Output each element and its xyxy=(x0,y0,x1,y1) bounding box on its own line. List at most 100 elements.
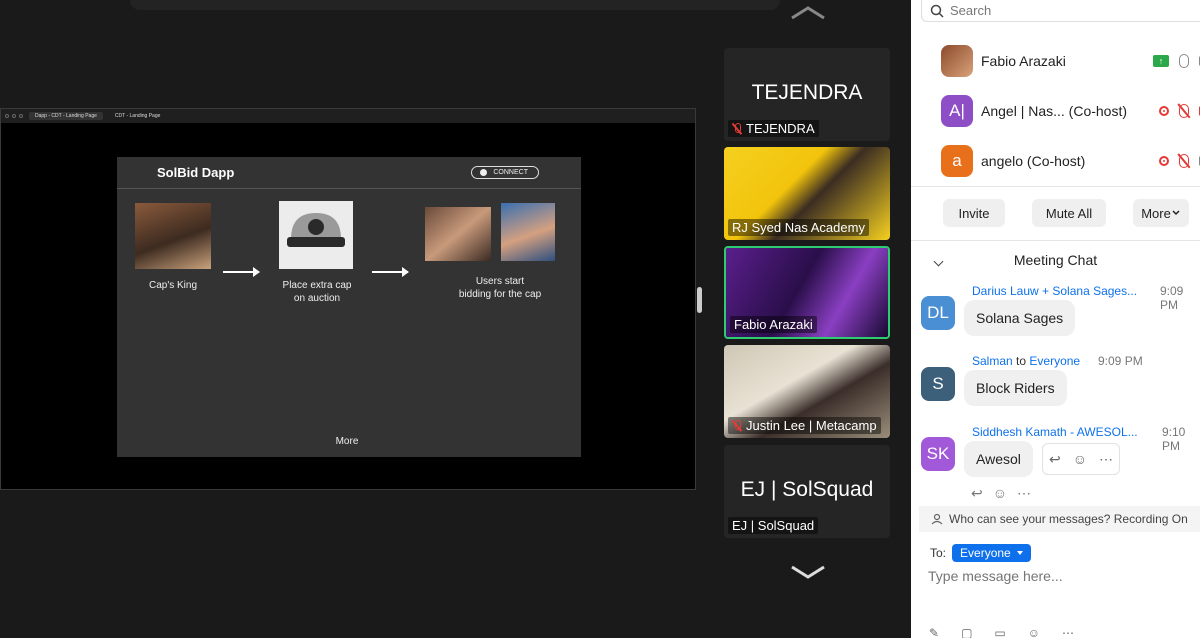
mic-muted-icon xyxy=(732,419,742,432)
dropdown-caret-icon xyxy=(1016,551,1023,555)
message-sender: Salman to Everyone xyxy=(972,354,1081,368)
person-icon xyxy=(931,513,943,525)
caps-king-photo xyxy=(135,203,211,269)
arrow-right-icon xyxy=(372,267,409,277)
emoji-icon[interactable]: ☺ xyxy=(1028,626,1040,638)
step-label: Cap's King xyxy=(148,280,198,291)
video-tile[interactable]: EJ | SolSquad EJ | SolSquad xyxy=(724,445,890,538)
window-controls-icon xyxy=(5,114,23,118)
app-header: SolBid Dapp CONNECT xyxy=(117,157,581,189)
avatar: DL xyxy=(921,296,955,330)
scroll-down-chevron-icon[interactable] xyxy=(788,562,828,582)
reply-icon[interactable]: ↩ xyxy=(1049,451,1061,468)
solbid-app: SolBid Dapp CONNECT Cap's King Place ext… xyxy=(117,157,581,457)
to-label: To: xyxy=(930,546,947,560)
recipient-dropdown[interactable]: Everyone xyxy=(952,544,1031,562)
participant-name: angelo (Co-host) xyxy=(981,153,1086,169)
recording-icon xyxy=(1159,106,1169,116)
message-bubble[interactable]: Awesol xyxy=(964,441,1033,477)
mic-icon[interactable] xyxy=(1179,54,1189,68)
participant-row[interactable]: Fabio Arazaki ↑ xyxy=(941,44,1200,78)
participant-search[interactable]: Search xyxy=(921,0,1200,22)
invite-button[interactable]: Invite xyxy=(943,199,1005,227)
mic-muted-icon xyxy=(732,122,742,135)
chat-toolbar: ✎ ▢ ▭ ☺ ⋯ xyxy=(929,626,1074,638)
browser-tab-bar: Dapp - CDT - Landing Page CDT - Landing … xyxy=(1,109,695,123)
participant-name: Angel | Nas... (Co-host) xyxy=(981,103,1128,119)
connect-button: CONNECT xyxy=(471,166,539,179)
more-button[interactable]: More xyxy=(1133,199,1189,227)
more-options-icon[interactable]: ⋯ xyxy=(1062,626,1074,638)
message-input[interactable] xyxy=(928,568,1188,584)
message-time: 9:10 PM xyxy=(1162,425,1186,453)
shared-screen: Dapp - CDT - Landing Page CDT - Landing … xyxy=(0,108,696,490)
participant-controls xyxy=(1159,104,1200,118)
message-sender: Darius Lauw + Solana Sages... xyxy=(972,284,1138,298)
mute-all-button[interactable]: Mute All xyxy=(1032,199,1106,227)
participant-row[interactable]: A| Angel | Nas... (Co-host) xyxy=(941,94,1200,128)
participant-label: TEJENDRA xyxy=(728,120,819,137)
participant-display-name: EJ | SolSquad xyxy=(740,478,874,501)
recording-icon xyxy=(1159,156,1169,166)
scroll-up-chevron-icon[interactable] xyxy=(788,4,828,22)
add-reaction-icon[interactable]: ☺ xyxy=(1073,451,1087,467)
message-sender: Siddhesh Kamath - AWESOL... xyxy=(972,425,1138,439)
side-panel: Search Fabio Arazaki ↑ A| Angel | Nas...… xyxy=(911,0,1200,638)
search-placeholder: Search xyxy=(950,3,992,18)
divider xyxy=(911,240,1200,241)
message-actions: ↩ ☺ ⋯ xyxy=(971,485,1031,502)
more-options-icon[interactable]: ⋯ xyxy=(1017,485,1031,502)
bidder-photo xyxy=(425,207,491,261)
chat-title: Meeting Chat xyxy=(1013,252,1098,268)
mic-muted-icon[interactable] xyxy=(1179,154,1189,168)
divider xyxy=(911,186,1200,187)
message-bubble[interactable]: Block Riders xyxy=(964,370,1067,406)
avatar: A| xyxy=(941,95,973,127)
cap-image xyxy=(279,201,353,269)
message-bubble[interactable]: Solana Sages xyxy=(964,300,1076,336)
avatar xyxy=(941,45,973,77)
participant-name: Fabio Arazaki xyxy=(981,53,1066,69)
app-title: SolBid Dapp xyxy=(157,165,235,180)
avatar: S xyxy=(921,367,955,401)
chat-visibility-notice[interactable]: Who can see your messages? Recording On xyxy=(919,506,1200,532)
message-actions: ↩ ☺ ⋯ xyxy=(1042,443,1120,475)
screenshot-icon[interactable]: ▢ xyxy=(961,626,972,638)
zoom-meeting-window: Dapp - CDT - Landing Page CDT - Landing … xyxy=(0,0,1200,638)
participant-controls xyxy=(1159,154,1200,168)
file-icon[interactable]: ▭ xyxy=(994,626,1005,638)
message-time: 9:09 PM xyxy=(1160,284,1184,312)
video-tile[interactable]: RJ Syed Nas Academy xyxy=(724,147,890,240)
more-options-icon[interactable]: ⋯ xyxy=(1099,451,1113,468)
avatar: SK xyxy=(921,437,955,471)
connect-label: CONNECT xyxy=(493,169,528,176)
participant-label: Fabio Arazaki xyxy=(730,316,817,333)
top-toolbar xyxy=(130,0,780,10)
participant-row[interactable]: a angelo (Co-host) xyxy=(941,144,1200,178)
participant-label: Justin Lee | Metacamp xyxy=(728,417,881,434)
step-label: Users start bidding for the cap xyxy=(458,276,542,300)
recipient-selector: To: Everyone xyxy=(930,544,1031,562)
add-reaction-icon[interactable]: ☺ xyxy=(993,485,1007,502)
mic-muted-icon[interactable] xyxy=(1179,104,1189,118)
participant-controls: ↑ xyxy=(1153,54,1200,68)
arrow-right-icon xyxy=(223,267,260,277)
more-link: More xyxy=(335,436,359,447)
screen-share-icon: ↑ xyxy=(1153,55,1169,67)
participant-label: RJ Syed Nas Academy xyxy=(728,219,869,236)
browser-tab: Dapp - CDT - Landing Page xyxy=(29,112,103,120)
format-icon[interactable]: ✎ xyxy=(929,626,939,638)
video-tile-active-speaker[interactable]: Fabio Arazaki xyxy=(724,246,890,339)
video-tile[interactable]: Justin Lee | Metacamp xyxy=(724,345,890,438)
participant-label: EJ | SolSquad xyxy=(728,517,819,534)
resize-handle[interactable] xyxy=(697,287,702,313)
wallet-dot-icon xyxy=(480,169,488,176)
avatar: a xyxy=(941,145,973,177)
message-time: 9:09 PM xyxy=(1098,354,1143,368)
participant-display-name: TEJENDRA xyxy=(751,81,863,104)
bidder-photo xyxy=(501,203,555,261)
reply-icon[interactable]: ↩ xyxy=(971,485,983,502)
video-tile[interactable]: TEJENDRA TEJENDRA xyxy=(724,48,890,141)
search-icon xyxy=(930,4,944,18)
app-body: Cap's King Place extra cap on auction Us… xyxy=(117,189,581,457)
